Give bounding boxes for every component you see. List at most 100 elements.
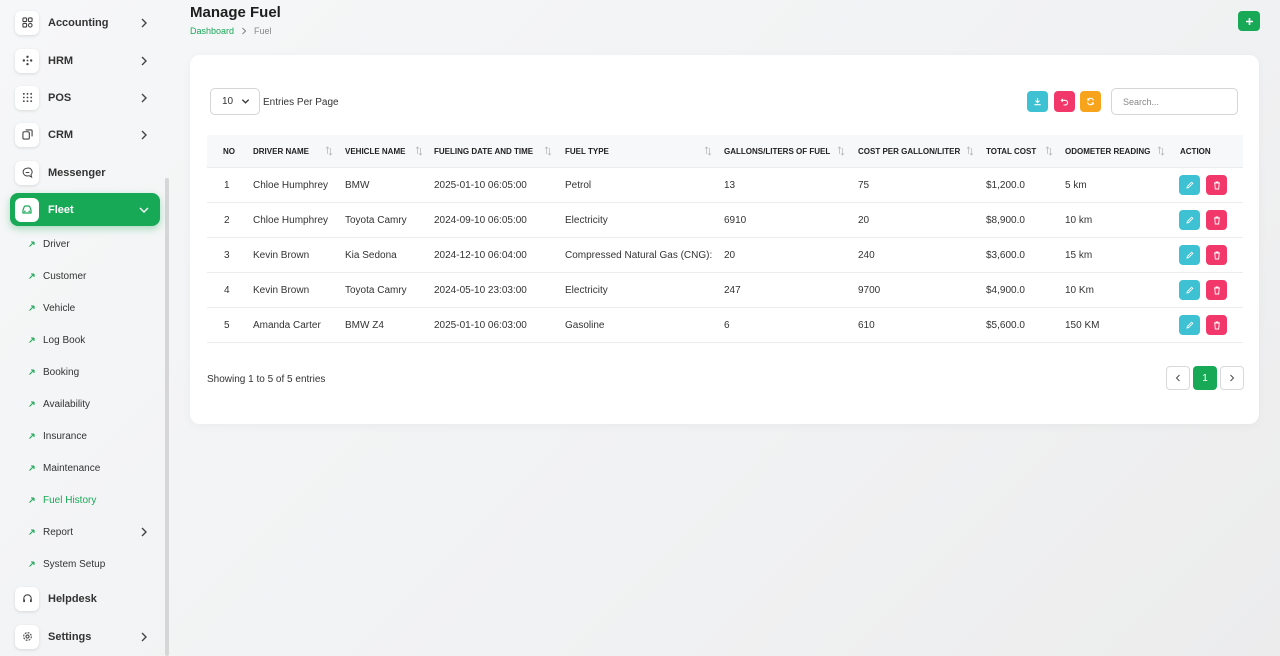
sort-icon[interactable] — [1157, 146, 1165, 156]
cell-cost-per-gallon: 20 — [858, 215, 870, 226]
delete-button[interactable] — [1206, 315, 1227, 335]
column-header-odometer[interactable]: ODOMETER READING — [1065, 135, 1150, 168]
column-header-cost-per-gallon[interactable]: COST PER GALLON/LITER — [858, 135, 960, 168]
arrow-dot-icon — [28, 432, 36, 440]
chevron-right-icon — [136, 93, 152, 103]
sidebar-sub-label: Insurance — [43, 430, 87, 442]
edit-button[interactable] — [1179, 210, 1200, 230]
trash-icon — [1213, 181, 1220, 189]
table-header: NO DRIVER NAME VEHICLE NAME FUELING DATE… — [207, 135, 1243, 168]
page-title: Manage Fuel — [190, 4, 281, 21]
sort-icon[interactable] — [325, 146, 333, 156]
cell-no: 4 — [224, 285, 230, 296]
edit-button[interactable] — [1179, 315, 1200, 335]
cell-fuel-type: Electricity — [565, 285, 608, 296]
add-fuel-button[interactable] — [1238, 11, 1260, 31]
sidebar-sub-label: Fuel History — [43, 494, 97, 506]
sidebar-item-hrm[interactable]: HRM — [10, 44, 160, 77]
cell-no: 2 — [224, 215, 230, 226]
sidebar-sub-availability[interactable]: Availability — [28, 394, 158, 414]
sidebar-sub-label: Customer — [43, 270, 87, 282]
export-button[interactable] — [1027, 91, 1048, 112]
delete-button[interactable] — [1206, 245, 1227, 265]
delete-button[interactable] — [1206, 175, 1227, 195]
sidebar-sub-label: Maintenance — [43, 462, 101, 474]
sidebar-sub-vehicle[interactable]: Vehicle — [28, 298, 158, 318]
arrow-dot-icon — [28, 304, 36, 312]
sidebar-item-helpdesk[interactable]: Helpdesk — [10, 582, 160, 615]
column-header-gallons[interactable]: GALLONS/LITERS OF FUEL — [724, 135, 830, 168]
org-icon — [15, 48, 39, 73]
cell-driver-name: Chloe Humphrey — [253, 180, 329, 191]
column-header-no[interactable]: NO — [223, 135, 235, 168]
cell-gallons: 6 — [724, 320, 730, 331]
sidebar-sub-insurance[interactable]: Insurance — [28, 426, 158, 446]
sidebar-sub-log-book[interactable]: Log Book — [28, 330, 158, 350]
edit-button[interactable] — [1179, 280, 1200, 300]
search-input[interactable] — [1111, 88, 1238, 115]
sidebar-sub-booking[interactable]: Booking — [28, 362, 158, 382]
sidebar-sub-maintenance[interactable]: Maintenance — [28, 458, 158, 478]
column-header-total-cost[interactable]: TOTAL COST — [986, 135, 1036, 168]
sort-icon[interactable] — [966, 146, 974, 156]
sidebar-scrollbar[interactable] — [165, 178, 169, 656]
chevron-right-icon — [1230, 374, 1235, 382]
sidebar-item-fleet[interactable]: Fleet — [10, 193, 160, 226]
sort-icon[interactable] — [1045, 146, 1053, 156]
cell-fueling-date: 2024-09-10 06:05:00 — [434, 215, 527, 226]
column-header-vehicle-name[interactable]: VEHICLE NAME — [345, 135, 405, 168]
entries-per-page-label: Entries Per Page — [263, 97, 339, 108]
entries-per-page-select[interactable]: 10 — [210, 88, 260, 115]
edit-button[interactable] — [1179, 245, 1200, 265]
sidebar-sub-fuel-history[interactable]: Fuel History — [28, 490, 158, 510]
chevron-right-icon — [136, 130, 152, 140]
sort-icon[interactable] — [837, 146, 845, 156]
cell-fuel-type: Gasoline — [565, 320, 605, 331]
cell-vehicle-name: BMW Z4 — [345, 320, 384, 331]
sidebar-sub-report[interactable]: Report — [28, 522, 158, 542]
undo-icon — [1060, 98, 1069, 106]
cell-cost-per-gallon: 240 — [858, 250, 875, 261]
next-page-button[interactable] — [1220, 366, 1244, 390]
sidebar-sub-system-setup[interactable]: System Setup — [28, 554, 158, 574]
delete-button[interactable] — [1206, 210, 1227, 230]
column-header-fueling-date[interactable]: FUELING DATE AND TIME — [434, 135, 533, 168]
breadcrumb-dashboard-link[interactable]: Dashboard — [190, 26, 234, 36]
cell-total-cost: $1,200.0 — [986, 180, 1025, 191]
cell-fuel-type: Electricity — [565, 215, 608, 226]
column-header-fuel-type[interactable]: FUEL TYPE — [565, 135, 609, 168]
sidebar-item-settings[interactable]: Settings — [10, 620, 160, 653]
cell-gallons: 13 — [724, 180, 736, 191]
sidebar-sub-driver[interactable]: Driver — [28, 234, 158, 254]
sidebar-sub-label: Vehicle — [43, 302, 76, 314]
cell-gallons: 247 — [724, 285, 741, 296]
breadcrumb: Dashboard Fuel — [190, 26, 272, 36]
sidebar-item-accounting[interactable]: Accounting — [10, 6, 160, 39]
trash-icon — [1213, 216, 1220, 224]
edit-button[interactable] — [1179, 175, 1200, 195]
gear-icon — [15, 624, 39, 649]
car-icon — [15, 197, 39, 222]
delete-button[interactable] — [1206, 280, 1227, 300]
sort-icon[interactable] — [544, 146, 552, 156]
table-row: 1 Chloe Humphrey BMW 2025-01-10 06:05:00… — [207, 168, 1243, 203]
sidebar-item-pos[interactable]: POS — [10, 81, 160, 114]
refresh-button[interactable] — [1080, 91, 1101, 112]
sidebar: Accounting HRM POS CRM Messenger Fleet D… — [0, 0, 170, 656]
sidebar-item-messenger[interactable]: Messenger — [10, 156, 160, 189]
sidebar-item-crm[interactable]: CRM — [10, 118, 160, 151]
table-row: 3 Kevin Brown Kia Sedona 2024-12-10 06:0… — [207, 238, 1243, 273]
reset-button[interactable] — [1054, 91, 1075, 112]
cell-fueling-date: 2025-01-10 06:03:00 — [434, 320, 527, 331]
page-button-current[interactable]: 1 — [1193, 366, 1217, 390]
cell-driver-name: Kevin Brown — [253, 250, 310, 261]
sidebar-item-label: Messenger — [48, 166, 106, 179]
sort-icon[interactable] — [415, 146, 423, 156]
column-header-driver-name[interactable]: DRIVER NAME — [253, 135, 309, 168]
prev-page-button[interactable] — [1166, 366, 1190, 390]
sidebar-sub-customer[interactable]: Customer — [28, 266, 158, 286]
arrow-dot-icon — [28, 464, 36, 472]
chevron-left-icon — [1175, 374, 1180, 382]
sort-icon[interactable] — [704, 146, 712, 156]
cell-gallons: 6910 — [724, 215, 747, 226]
